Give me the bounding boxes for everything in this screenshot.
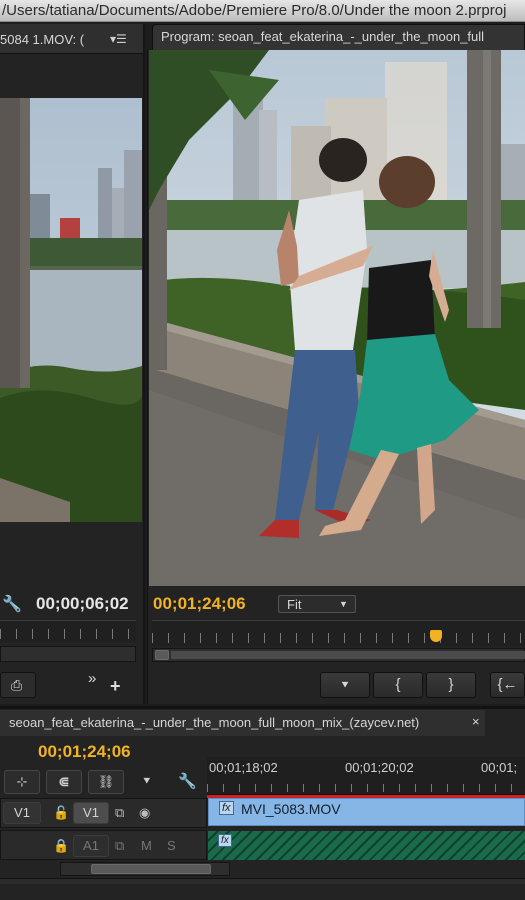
ruler-label: 00;01;20;02: [345, 760, 414, 775]
button-overflow-icon[interactable]: »: [88, 670, 96, 687]
video-clip[interactable]: fx MVI_5083.MOV: [208, 798, 525, 826]
playhead-icon[interactable]: [430, 630, 442, 642]
wrench-icon[interactable]: 🔧: [2, 594, 22, 614]
source-tab-label: 5084 1.MOV: (: [0, 32, 85, 47]
snap-button[interactable]: ⋐: [46, 770, 82, 794]
linked-selection-button[interactable]: ⛓: [88, 770, 124, 794]
audio-track-header-a1: 🔒 A1 ⧉ M S: [0, 830, 207, 860]
go-to-in-icon: {←: [497, 676, 518, 693]
program-video-frame: [149, 50, 525, 586]
scroll-handle-left[interactable]: [155, 650, 169, 660]
go-to-in-button[interactable]: {←: [490, 672, 525, 698]
zoom-level-value: Fit: [287, 597, 302, 612]
source-time-ruler[interactable]: [0, 620, 136, 642]
timeline-bottom-edge: [0, 878, 525, 884]
export-frame-button[interactable]: ⎙: [0, 672, 36, 698]
source-zoom-scrollbar[interactable]: [0, 646, 136, 662]
video-clip-name: MVI_5083.MOV: [241, 801, 341, 817]
program-zoom-scrollbar[interactable]: [152, 648, 525, 662]
ruler-label: 00;01;: [481, 760, 518, 775]
add-marker-button[interactable]: ⯆: [320, 672, 370, 698]
mark-out-button[interactable]: }: [426, 672, 476, 698]
eye-icon[interactable]: ◉: [139, 805, 150, 821]
program-timecode[interactable]: 00;01;24;06: [153, 594, 246, 614]
video-track-header-v1: V1 🔓 V1 ⧉ ◉: [0, 798, 207, 828]
link-icon: ⛓: [97, 774, 115, 789]
scroll-thumb[interactable]: [91, 864, 211, 874]
ruler-label: 00;01;18;02: [209, 760, 278, 775]
source-patch-v1[interactable]: V1: [3, 802, 41, 824]
source-video-frame: [0, 98, 142, 522]
marker-icon: ⯆: [340, 678, 350, 692]
sync-lock-icon[interactable]: ⧉: [115, 805, 124, 821]
sync-lock-icon[interactable]: ⧉: [115, 838, 124, 854]
mark-out-icon: }: [448, 676, 454, 693]
audio-clip[interactable]: fx: [208, 831, 525, 860]
program-frame-image: [149, 50, 525, 586]
lock-icon[interactable]: 🔓: [53, 805, 69, 821]
mark-in-icon: {: [395, 676, 401, 693]
sequence-tab[interactable]: seoan_feat_ekaterina_-_under_the_moon_fu…: [0, 710, 485, 736]
zoom-level-select[interactable]: Fit ▼: [278, 595, 356, 613]
mark-in-button[interactable]: {: [373, 672, 423, 698]
button-editor-add-icon[interactable]: +: [110, 676, 121, 697]
add-marker-icon[interactable]: ⯆: [142, 774, 152, 789]
solo-track-button[interactable]: S: [167, 838, 176, 853]
lock-icon[interactable]: 🔒: [53, 838, 69, 854]
scroll-bar-fill: [171, 651, 525, 659]
source-frame-image: [0, 98, 142, 522]
source-timecode[interactable]: 00;00;06;02: [36, 594, 129, 614]
timeline-horizontal-scrollbar[interactable]: [60, 862, 230, 876]
nest-icon: ⊹: [16, 774, 28, 789]
source-monitor-tab[interactable]: 5084 1.MOV: ( ▾☰: [0, 24, 143, 54]
export-frame-icon: ⎙: [11, 677, 23, 693]
timeline-timecode[interactable]: 00;01;24;06: [38, 742, 131, 762]
fx-badge-icon: fx: [218, 834, 232, 847]
mute-track-button[interactable]: M: [141, 838, 152, 853]
program-monitor-tab[interactable]: Program: seoan_feat_ekaterina_-_under_th…: [152, 24, 525, 50]
insert-overwrite-sequences-button[interactable]: ⊹: [4, 770, 40, 794]
track-target-a1[interactable]: A1: [73, 835, 109, 857]
panel-menu-icon[interactable]: ▾☰: [110, 32, 127, 46]
program-time-ruler[interactable]: [152, 620, 525, 646]
window-title: /Users/tatiana/Documents/Adobe/Premiere …: [2, 2, 507, 19]
close-icon[interactable]: ×: [472, 714, 480, 729]
track-target-v1[interactable]: V1: [73, 802, 109, 824]
timeline-ruler[interactable]: 00;01;18;02 00;01;20;02 00;01;: [207, 757, 525, 795]
wrench-icon[interactable]: 🔧: [178, 772, 197, 790]
sequence-tab-label: seoan_feat_ekaterina_-_under_the_moon_fu…: [9, 715, 420, 730]
magnet-icon: ⋐: [58, 774, 70, 789]
fx-badge-icon: fx: [219, 801, 234, 815]
window-title-bar: /Users/tatiana/Documents/Adobe/Premiere …: [0, 0, 525, 22]
chevron-down-icon: ▼: [339, 599, 348, 609]
program-tab-label: Program: seoan_feat_ekaterina_-_under_th…: [161, 29, 485, 44]
